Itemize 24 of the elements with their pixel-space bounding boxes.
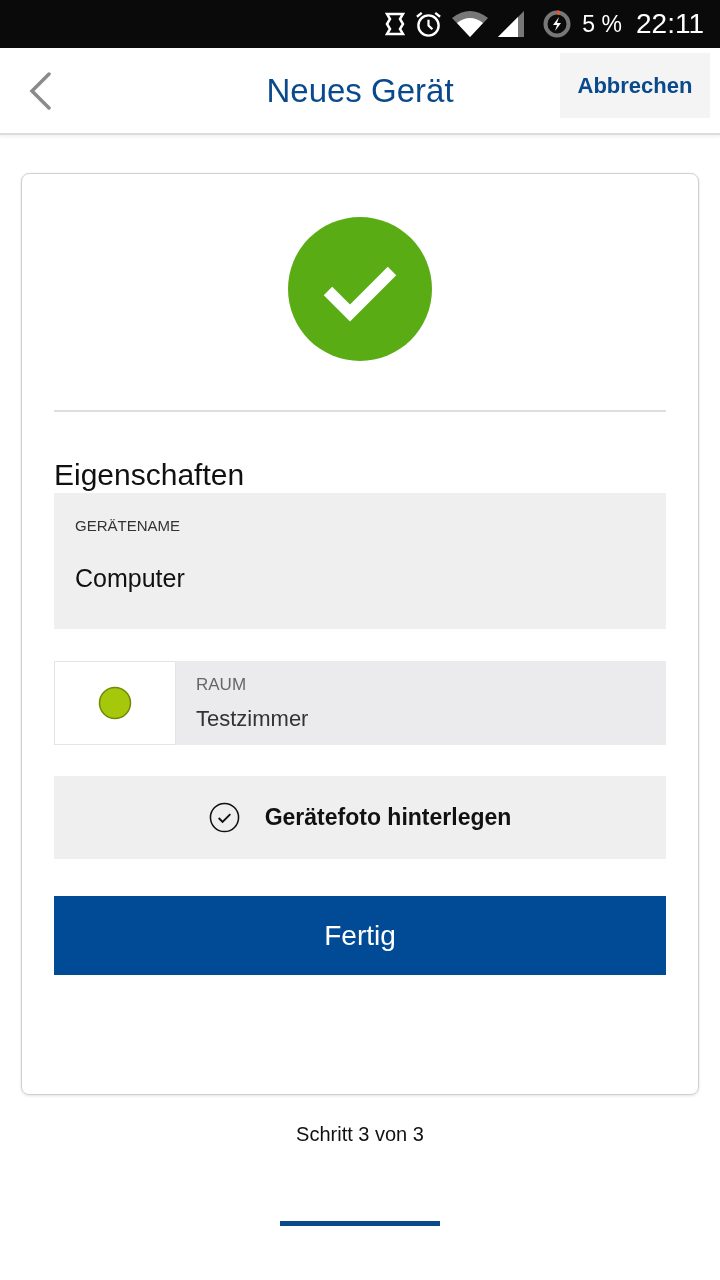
success-check-icon	[288, 217, 432, 361]
page-title: Neues Gerät	[266, 71, 454, 110]
battery-percentage: 5 %	[582, 10, 622, 38]
room-color-cell[interactable]	[54, 661, 176, 745]
cancel-button[interactable]: Abbrechen	[560, 53, 710, 118]
add-photo-label: Gerätefoto hinterlegen	[264, 804, 512, 831]
wifi-icon	[452, 11, 489, 37]
field-value: Computer	[75, 563, 186, 593]
battery-charging-icon	[542, 9, 573, 39]
clock-time: 22:11	[636, 8, 704, 40]
add-photo-button[interactable]: Gerätefoto hinterlegen	[54, 776, 666, 859]
check-circle-icon	[208, 802, 240, 833]
field-label: RAUM	[196, 675, 248, 695]
device-name-field[interactable]: GERÄTENAME Computer	[54, 493, 666, 629]
step-counter: Schritt 3 von 3	[295, 1122, 425, 1146]
hourglass-icon	[385, 12, 406, 36]
alarm-icon	[415, 10, 443, 38]
field-value: Testzimmer	[196, 706, 310, 732]
section-title: Eigenschaften	[54, 457, 246, 493]
back-icon[interactable]	[28, 71, 52, 110]
signal-icon	[498, 11, 525, 37]
done-button[interactable]: Fertig	[54, 896, 666, 975]
field-label: GERÄTENAME	[75, 517, 181, 535]
room-field[interactable]: RAUM Testzimmer	[176, 661, 666, 745]
